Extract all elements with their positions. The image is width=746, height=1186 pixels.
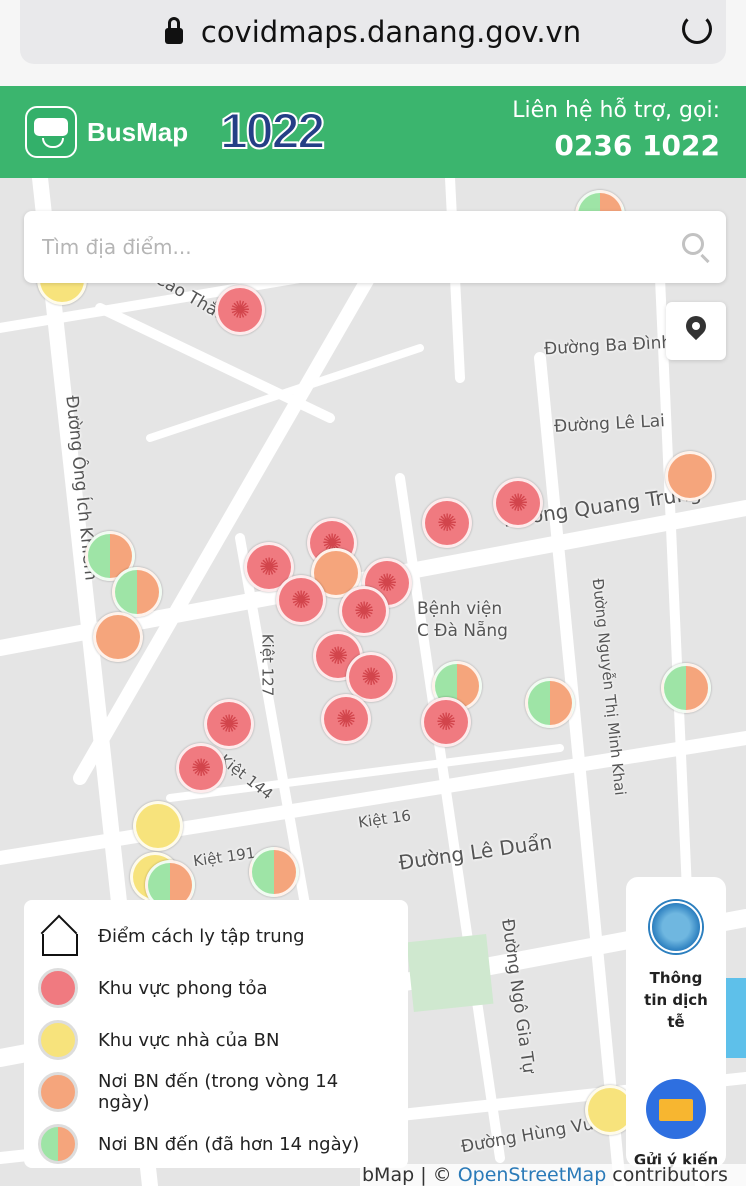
reload-icon[interactable] bbox=[682, 14, 712, 44]
legend-item: Điểm cách ly tập trung bbox=[38, 910, 394, 962]
feedback-button[interactable]: Gửi ý kiến bbox=[626, 1079, 726, 1169]
lockdown-marker[interactable] bbox=[176, 743, 226, 793]
address-bar[interactable]: covidmaps.danang.gov.vn bbox=[20, 0, 726, 64]
brand-name: BusMap bbox=[87, 117, 189, 147]
yellow-circle-icon bbox=[38, 1020, 78, 1060]
lockdown-marker[interactable] bbox=[321, 694, 371, 744]
epidemiology-info-button[interactable]: Thông tin dịch tễ bbox=[626, 901, 726, 1033]
lockdown-marker[interactable] bbox=[493, 478, 543, 528]
contact-phone[interactable]: 0236 1022 bbox=[512, 129, 720, 162]
old-visit-marker[interactable] bbox=[249, 847, 299, 897]
lockdown-marker[interactable] bbox=[215, 285, 265, 335]
lock-icon bbox=[164, 17, 183, 44]
search-box[interactable] bbox=[24, 211, 726, 283]
lockdown-marker[interactable] bbox=[276, 575, 326, 625]
legend: Điểm cách ly tập trung Khu vực phong tỏa… bbox=[24, 900, 408, 1168]
old-visit-marker[interactable] bbox=[112, 567, 162, 617]
recent-visit-marker[interactable] bbox=[93, 612, 143, 662]
lockdown-marker[interactable] bbox=[339, 586, 389, 636]
map-attribution: bMap | © OpenStreetMap contributors bbox=[360, 1164, 746, 1186]
orange-circle-icon bbox=[38, 1072, 78, 1112]
virus-icon bbox=[38, 968, 78, 1008]
lockdown-marker[interactable] bbox=[204, 699, 254, 749]
legend-item: Nơi BN đến (trong vòng 14 ngày) bbox=[38, 1066, 394, 1118]
legend-item: Nơi BN đến (đã hơn 14 ngày) bbox=[38, 1118, 394, 1170]
lockdown-marker[interactable] bbox=[421, 697, 471, 747]
street-label: Kiệt 127 bbox=[258, 633, 277, 697]
danang-logo-icon bbox=[650, 901, 702, 953]
side-panel: Thông tin dịch tễ Gửi ý kiến bbox=[626, 877, 726, 1169]
split-circle-icon bbox=[38, 1124, 78, 1164]
my-location-button[interactable] bbox=[666, 302, 726, 360]
old-visit-marker[interactable] bbox=[525, 678, 575, 728]
lockdown-marker[interactable] bbox=[422, 498, 472, 548]
app-header: BusMap 1022 Liên hệ hỗ trợ, gọi: 0236 10… bbox=[0, 86, 746, 178]
location-pin-icon bbox=[681, 311, 711, 341]
street-label: Bệnh viện C Đà Nẵng bbox=[417, 599, 508, 641]
contact-label: Liên hệ hỗ trợ, gọi: bbox=[512, 98, 720, 123]
osm-link[interactable]: OpenStreetMap bbox=[458, 1164, 607, 1186]
home-icon bbox=[38, 916, 78, 956]
mail-icon bbox=[646, 1079, 706, 1139]
legend-item: Khu vực phong tỏa bbox=[38, 962, 394, 1014]
hotline-logo: 1022 bbox=[219, 102, 326, 160]
url-text: covidmaps.danang.gov.vn bbox=[200, 15, 582, 49]
recent-visit-marker[interactable] bbox=[665, 451, 715, 501]
legend-item: Khu vực nhà của BN bbox=[38, 1014, 394, 1066]
search-input[interactable] bbox=[42, 235, 642, 259]
search-icon[interactable] bbox=[682, 233, 704, 255]
patient-home-marker[interactable] bbox=[133, 801, 183, 851]
old-visit-marker[interactable] bbox=[661, 663, 711, 713]
bus-logo-icon bbox=[25, 106, 77, 158]
